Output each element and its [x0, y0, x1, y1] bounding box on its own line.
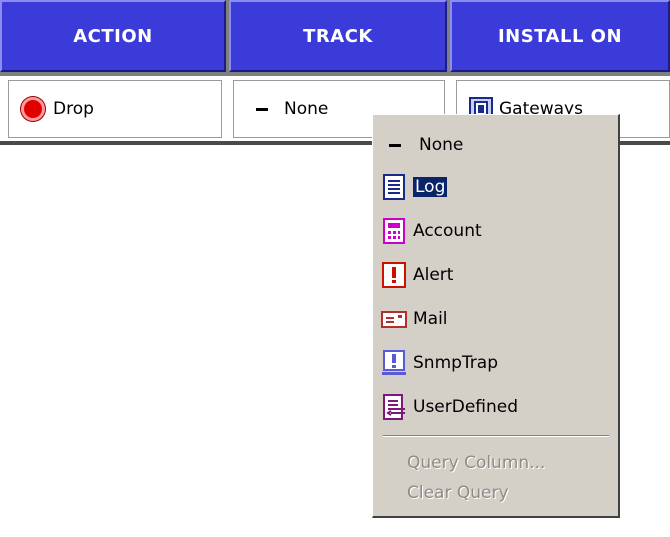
- user-defined-icon: [383, 394, 405, 420]
- menu-item-label: Mail: [413, 309, 448, 329]
- menu-item-snmp-trap[interactable]: SnmpTrap: [381, 343, 611, 383]
- menu-item-none[interactable]: None: [381, 125, 611, 165]
- menu-item-user-defined[interactable]: UserDefined: [381, 387, 611, 427]
- account-icon: [383, 218, 405, 244]
- menu-separator: [383, 435, 609, 437]
- column-header-install-on[interactable]: INSTALL ON: [450, 0, 670, 72]
- menu-item-log[interactable]: Log: [381, 167, 611, 207]
- mail-icon: [381, 311, 407, 328]
- dash-icon: [389, 143, 401, 147]
- menu-item-label: UserDefined: [413, 397, 519, 417]
- menu-item-label: Account: [413, 221, 482, 241]
- column-header-action[interactable]: ACTION: [0, 0, 226, 72]
- menu-item-clear-query: Clear Query: [407, 477, 637, 509]
- cell-action[interactable]: Drop: [8, 80, 222, 138]
- menu-item-mail[interactable]: Mail: [381, 299, 611, 339]
- column-header-track[interactable]: TRACK: [229, 0, 447, 72]
- snmp-trap-icon: [382, 350, 406, 375]
- menu-item-alert[interactable]: Alert: [381, 255, 611, 295]
- menu-item-account[interactable]: Account: [381, 211, 611, 251]
- drop-icon: [21, 97, 45, 121]
- cell-track-label: None: [284, 99, 329, 119]
- menu-item-label: Alert: [413, 265, 454, 285]
- table-header: ACTION TRACK INSTALL ON: [0, 0, 670, 76]
- track-context-menu: None Log Account Alert Mail SnmpTrap Use…: [372, 114, 620, 518]
- menu-item-label: Log: [413, 177, 448, 197]
- menu-item-query-column: Query Column...: [407, 447, 637, 479]
- menu-item-label: Clear Query: [407, 483, 509, 503]
- menu-item-label: SnmpTrap: [413, 353, 498, 373]
- dash-icon: [256, 107, 268, 111]
- menu-item-label: Query Column...: [407, 453, 546, 473]
- log-icon: [383, 174, 405, 200]
- menu-item-label: None: [419, 135, 464, 155]
- alert-icon: [382, 262, 406, 288]
- cell-action-label: Drop: [53, 99, 94, 119]
